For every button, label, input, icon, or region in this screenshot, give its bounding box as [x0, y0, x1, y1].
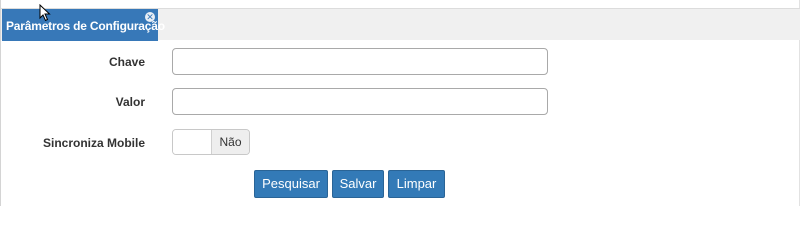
- pesquisar-button[interactable]: Pesquisar: [254, 170, 328, 198]
- limpar-button[interactable]: Limpar: [388, 170, 445, 198]
- action-buttons: Pesquisar Salvar Limpar: [1, 170, 800, 198]
- sincroniza-mobile-toggle[interactable]: Não: [172, 129, 250, 155]
- tab-parametros-configuracao[interactable]: Parâmetros de Configuração ✕: [2, 9, 165, 41]
- mouse-cursor-icon: [39, 4, 51, 22]
- toggle-knob: [173, 130, 212, 154]
- form-row-valor: Valor: [1, 88, 800, 116]
- form-row-sincroniza-mobile: Sincroniza Mobile Não: [1, 129, 800, 157]
- toggle-state-label: Não: [212, 130, 249, 154]
- chave-input[interactable]: [172, 48, 548, 75]
- sincroniza-mobile-label: Sincroniza Mobile: [42, 136, 145, 150]
- valor-input[interactable]: [172, 88, 548, 115]
- close-icon[interactable]: ✕: [145, 12, 155, 22]
- config-window: Parâmetros de Configuração ✕ Chave Valor…: [0, 0, 800, 206]
- form-row-chave: Chave: [1, 48, 800, 76]
- salvar-button[interactable]: Salvar: [332, 170, 384, 198]
- chave-label: Chave: [108, 55, 145, 69]
- tab-bar: Parâmetros de Configuração ✕: [1, 8, 800, 41]
- valor-label: Valor: [115, 95, 145, 109]
- tab-title: Parâmetros de Configuração: [6, 19, 165, 33]
